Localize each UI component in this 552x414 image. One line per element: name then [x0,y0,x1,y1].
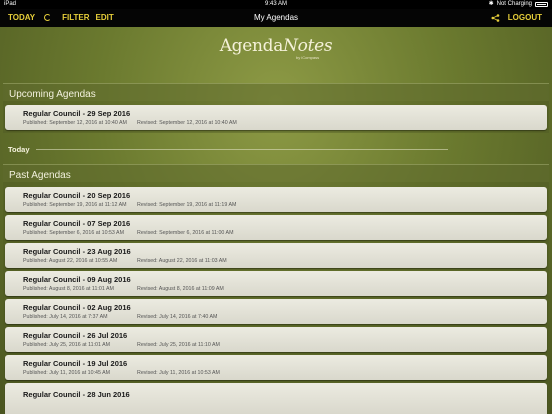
page-title: My Agendas [253,13,299,22]
published-date: Published: August 22, 2016 at 10:55 AM [23,258,118,264]
bluetooth-icon: ✱ [488,1,494,7]
published-date: Published: July 25, 2016 at 11:01 AM [23,342,111,348]
revised-date: Revised: September 6, 2016 at 11:00 AM [137,230,234,236]
agenda-card[interactable]: Regular Council - 09 Aug 2016 Published:… [5,271,547,296]
revised-date: Revised: August 22, 2016 at 11:03 AM [137,258,227,264]
logo-byline: by iCompass [296,55,320,60]
agenda-title: Regular Council - 20 Sep 2016 [23,191,131,200]
agenda-title: Regular Council - 28 Jun 2016 [23,390,130,399]
published-date: Published: July 14, 2016 at 7:37 AM [23,314,108,320]
agenda-title: Regular Council - 23 Aug 2016 [23,247,131,256]
agenda-card[interactable]: Regular Council - 23 Aug 2016 Published:… [5,243,547,268]
agenda-title: Regular Council - 07 Sep 2016 [23,219,131,228]
upcoming-agendas-header: Upcoming Agendas [3,83,549,101]
agenda-title: Regular Council - 09 Aug 2016 [23,275,131,284]
clock: 9:43 AM [264,1,287,7]
agendanotes-logo: AgendaNotes by iCompass [0,36,552,60]
published-date: Published: July 11, 2016 at 10:45 AM [23,370,111,376]
revised-date: Revised: August 8, 2016 at 11:09 AM [137,286,224,292]
status-bar: iPad 9:43 AM ✱ Not Charging [0,0,552,9]
logout-button[interactable]: LOGOUT [508,13,542,22]
published-date: Published: September 6, 2016 at 10:53 AM [23,230,125,236]
logo-wordmark: AgendaNotes [219,36,333,56]
agenda-card[interactable]: Regular Council - 02 Aug 2016 Published:… [5,299,547,324]
status-right: ✱ Not Charging [489,0,548,9]
charging-status: Not Charging [496,1,532,7]
revised-date: Revised: July 14, 2016 at 7:40 AM [137,314,218,320]
agenda-title: Regular Council - 02 Aug 2016 [23,303,131,312]
agenda-title: Regular Council - 26 Jul 2016 [23,331,128,340]
agenda-card[interactable]: Regular Council - 20 Sep 2016 Published:… [5,187,547,212]
revised-date: Revised: September 12, 2016 at 10:40 AM [137,120,237,126]
battery-icon [535,2,548,7]
revised-date: Revised: July 25, 2016 at 11:10 AM [137,342,220,348]
agenda-card[interactable]: Regular Council - 19 Jul 2016 Published:… [5,355,547,380]
past-agendas-header: Past Agendas [3,164,549,182]
agenda-card[interactable]: Regular Council - 26 Jul 2016 Published:… [5,327,547,352]
agenda-card[interactable]: Regular Council - 28 Jun 2016 [5,383,547,414]
agenda-card[interactable]: Regular Council - 07 Sep 2016 Published:… [5,215,547,240]
agenda-title: Regular Council - 19 Jul 2016 [23,359,128,368]
navigation-bar: TODAY FILTER EDIT My Agendas LOGOUT [0,9,552,27]
published-date: Published: September 19, 2016 at 11:12 A… [23,202,127,208]
published-date: Published: August 8, 2016 at 11:01 AM [23,286,114,292]
today-divider-label: Today [8,145,30,154]
revised-date: Revised: September 19, 2016 at 11:19 AM [137,202,237,208]
published-date: Published: September 12, 2016 at 10:40 A… [23,120,127,126]
nav-right-group: LOGOUT [491,13,542,22]
revised-date: Revised: July 11, 2016 at 10:53 AM [137,370,220,376]
agenda-card[interactable]: Regular Council - 29 Sep 2016 Published:… [5,105,547,130]
today-divider-line [36,149,448,150]
agenda-title: Regular Council - 29 Sep 2016 [23,109,131,118]
share-icon[interactable] [491,13,500,22]
